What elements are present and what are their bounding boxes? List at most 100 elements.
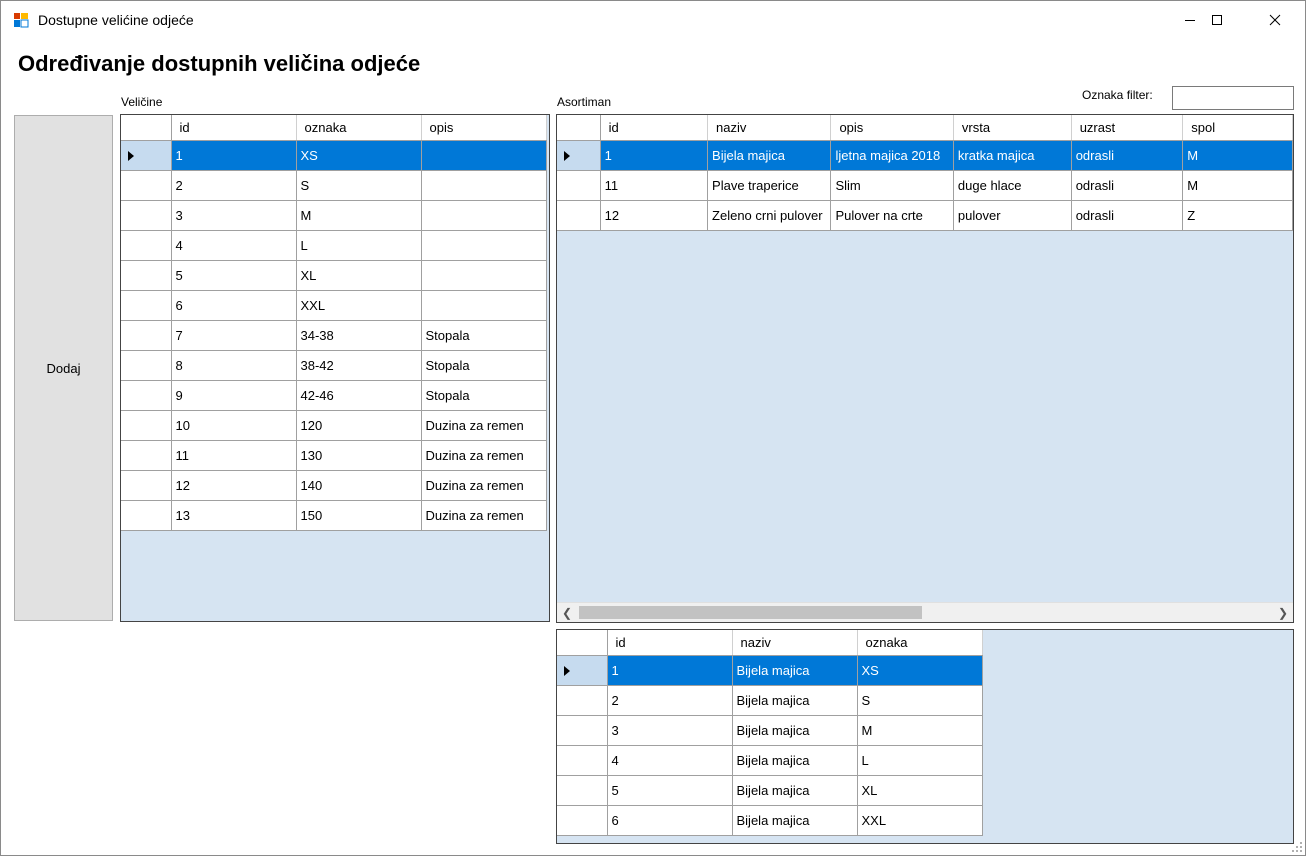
row-header[interactable] — [121, 380, 172, 411]
row-header[interactable] — [557, 170, 601, 201]
table-row[interactable]: 13 150 Duzina za remen — [121, 500, 547, 531]
table-cell[interactable]: 4 — [171, 230, 297, 261]
table-row[interactable]: 1 Bijela majica ljetna majica 2018 kratka m… — [557, 140, 1293, 171]
column-header[interactable]: naziv — [707, 115, 832, 141]
sizes-grid[interactable]: id oznaka opis 1 XS 2 S 3 M 4 L 5 XL 6 XXL 7 34-38 Sto… — [120, 114, 550, 622]
row-header[interactable] — [121, 260, 172, 291]
table-row[interactable]: 6 XXL — [121, 290, 547, 321]
column-header[interactable]: uzrast — [1071, 115, 1184, 141]
table-cell[interactable]: odrasli — [1071, 170, 1184, 201]
assortment-grid[interactable]: id naziv opis vrsta uzrast spol 1 Bijela … — [556, 114, 1294, 623]
table-cell[interactable]: Bijela majica — [732, 805, 858, 836]
row-header[interactable] — [557, 775, 608, 806]
row-header[interactable] — [121, 230, 172, 261]
table-cell[interactable]: Stopala — [421, 320, 547, 351]
table-cell[interactable]: 4 — [607, 745, 733, 776]
maximize-button[interactable] — [1194, 1, 1240, 39]
table-cell[interactable]: odrasli — [1071, 140, 1184, 171]
table-cell[interactable]: pulover — [953, 200, 1072, 231]
table-cell[interactable]: 150 — [296, 500, 422, 531]
table-cell[interactable]: odrasli — [1071, 200, 1184, 231]
table-cell[interactable] — [421, 170, 547, 201]
row-header[interactable] — [121, 170, 172, 201]
row-header[interactable] — [557, 745, 608, 776]
table-row[interactable]: 3 Bijela majica M — [557, 715, 983, 746]
column-header[interactable]: id — [607, 630, 733, 656]
table-cell[interactable]: Duzina za remen — [421, 500, 547, 531]
table-cell[interactable]: 130 — [296, 440, 422, 471]
table-cell[interactable]: 1 — [171, 140, 297, 171]
resize-grip-icon[interactable] — [1292, 842, 1302, 852]
row-header[interactable] — [121, 470, 172, 501]
table-cell[interactable] — [421, 200, 547, 231]
table-cell[interactable]: Pulover na crte — [830, 200, 954, 231]
table-cell[interactable]: Z — [1182, 200, 1293, 231]
table-row[interactable]: 12 140 Duzina za remen — [121, 470, 547, 501]
column-header[interactable]: naziv — [732, 630, 858, 656]
table-cell[interactable]: 1 — [600, 140, 709, 171]
scrollbar-thumb[interactable] — [579, 606, 922, 619]
table-cell[interactable]: Duzina za remen — [421, 410, 547, 441]
table-cell[interactable]: XXL — [296, 290, 422, 321]
table-row[interactable]: 1 Bijela majica XS — [557, 655, 983, 686]
table-cell[interactable]: kratka majica — [953, 140, 1072, 171]
table-cell[interactable]: Bijela majica — [732, 775, 858, 806]
close-button[interactable] — [1252, 1, 1298, 39]
table-cell[interactable]: S — [296, 170, 422, 201]
table-row[interactable]: 11 Plave traperice Slim duge hlace odrasli M — [557, 170, 1293, 201]
table-cell[interactable]: M — [1182, 140, 1293, 171]
row-header[interactable] — [557, 715, 608, 746]
table-cell[interactable]: 10 — [171, 410, 297, 441]
row-header[interactable] — [121, 290, 172, 321]
row-header[interactable] — [121, 320, 172, 351]
table-cell[interactable]: 34-38 — [296, 320, 422, 351]
row-header[interactable] — [121, 200, 172, 231]
table-cell[interactable]: 3 — [607, 715, 733, 746]
horizontal-scrollbar[interactable]: ❮ ❯ — [557, 602, 1293, 622]
table-cell[interactable]: 13 — [171, 500, 297, 531]
table-cell[interactable]: 5 — [171, 260, 297, 291]
column-header[interactable]: spol — [1182, 115, 1293, 141]
table-row[interactable]: 8 38-42 Stopala — [121, 350, 547, 381]
table-cell[interactable]: 11 — [171, 440, 297, 471]
table-cell[interactable]: 2 — [607, 685, 733, 716]
column-header[interactable]: opis — [421, 115, 547, 141]
row-header[interactable] — [557, 685, 608, 716]
table-cell[interactable]: 2 — [171, 170, 297, 201]
table-cell[interactable]: 12 — [171, 470, 297, 501]
table-cell[interactable] — [421, 230, 547, 261]
table-cell[interactable]: Bijela majica — [732, 655, 858, 686]
table-cell[interactable]: 3 — [171, 200, 297, 231]
row-header[interactable] — [121, 140, 172, 171]
table-row[interactable]: 3M — [121, 200, 547, 231]
table-row[interactable]: 10 120 Duzina za remen — [121, 410, 547, 441]
table-cell[interactable]: XL — [857, 775, 983, 806]
title-bar[interactable]: Dostupne velićine odjeće — [1, 1, 1305, 39]
table-cell[interactable]: Plave traperice — [707, 170, 832, 201]
table-cell[interactable]: 9 — [171, 380, 297, 411]
row-header[interactable] — [557, 140, 601, 171]
table-cell[interactable]: 140 — [296, 470, 422, 501]
add-button[interactable]: Dodaj — [14, 115, 113, 621]
table-cell[interactable]: Slim — [830, 170, 954, 201]
table-row[interactable]: 5 Bijela majica XL — [557, 775, 983, 806]
table-cell[interactable]: 1 — [607, 655, 733, 686]
table-row[interactable]: 11 130 Duzina za remen — [121, 440, 547, 471]
table-cell[interactable]: 120 — [296, 410, 422, 441]
row-header[interactable] — [121, 410, 172, 441]
row-header[interactable] — [121, 500, 172, 531]
row-header[interactable] — [557, 655, 608, 686]
column-header[interactable]: oznaka — [296, 115, 422, 141]
table-cell[interactable]: 11 — [600, 170, 709, 201]
table-cell[interactable]: L — [296, 230, 422, 261]
table-row[interactable]: 5 XL — [121, 260, 547, 291]
table-cell[interactable]: Duzina za remen — [421, 470, 547, 501]
row-header[interactable] — [557, 805, 608, 836]
table-row[interactable]: 2S — [121, 170, 547, 201]
table-cell[interactable]: 7 — [171, 320, 297, 351]
table-cell[interactable]: M — [857, 715, 983, 746]
table-cell[interactable]: 38-42 — [296, 350, 422, 381]
table-cell[interactable]: Bijela majica — [732, 715, 858, 746]
table-cell[interactable]: Bijela majica — [732, 685, 858, 716]
table-cell[interactable] — [421, 290, 547, 321]
